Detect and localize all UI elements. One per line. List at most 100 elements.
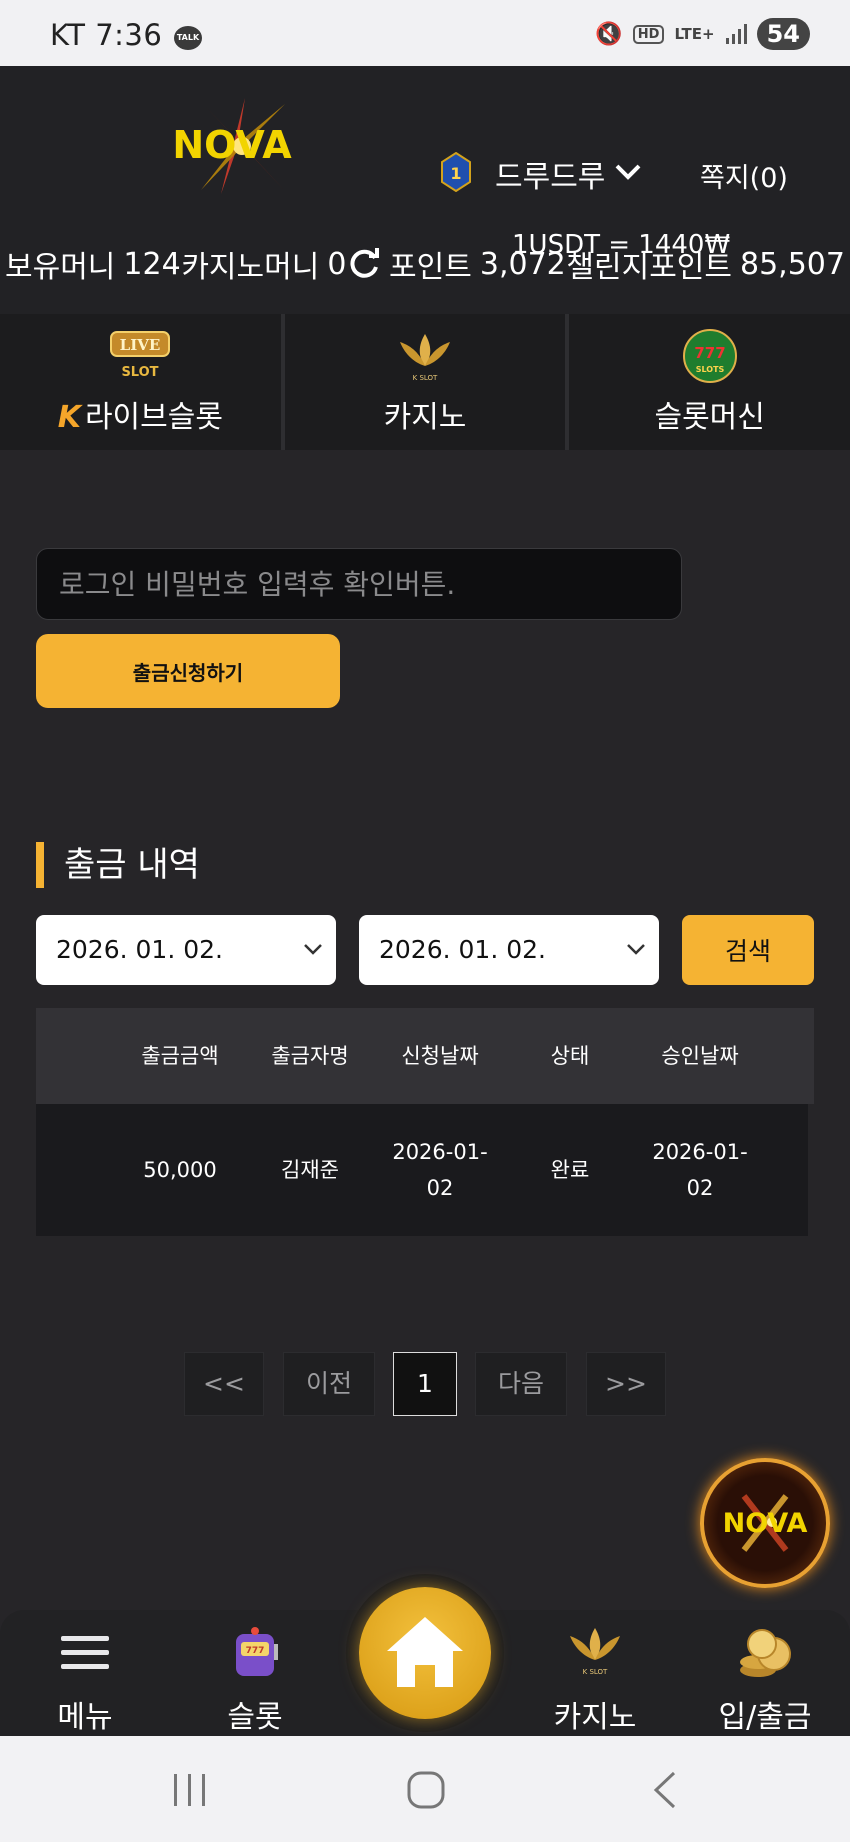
withdraw-request-button[interactable]: 출금신청하기 — [36, 634, 340, 708]
request-date-line: 2026-01- — [392, 1140, 488, 1164]
home-button[interactable] — [359, 1587, 491, 1719]
nav-menu-label: 메뉴 — [57, 1700, 113, 1735]
amount-cell: 50,000 — [143, 1158, 217, 1182]
approve-date-line: 2026-01- — [652, 1140, 748, 1164]
point-label: 포인트 — [389, 250, 472, 285]
mute-icon: 🔇 — [595, 21, 623, 47]
recent-apps-icon[interactable] — [170, 1772, 210, 1808]
username-dropdown[interactable]: 드루드루 — [495, 152, 605, 196]
tab-live-slot-label: K 라이브슬롯 — [0, 392, 281, 436]
last-page-button[interactable]: >> — [586, 1352, 666, 1416]
game-category-tabs: LIVE SLOT K 라이브슬롯 K SLOT 카지노 777 SLOTS 슬롯… — [0, 314, 850, 450]
column-header: 승인날짜 — [661, 1044, 739, 1068]
system-navigation-bar — [0, 1736, 850, 1842]
point-balance: 포인트 3,072 — [347, 242, 566, 286]
tab-live-slot[interactable]: LIVE SLOT K 라이브슬롯 — [0, 314, 285, 450]
challenge-value: 85,507 — [740, 246, 845, 282]
column-header: 출금금액 — [141, 1044, 219, 1068]
tab-slot-machine[interactable]: 777 SLOTS 슬롯머신 — [569, 314, 850, 450]
approve-date-line: 02 — [686, 1176, 714, 1200]
status-cell: 완료 — [550, 1158, 590, 1182]
hamburger-menu-icon — [61, 1636, 109, 1669]
rank-badge-icon: 1 — [441, 152, 471, 192]
table-row: 50,000 김재준 2026-01- 02 완료 2026-01- 02 — [36, 1104, 808, 1236]
search-button[interactable]: 검색 — [682, 915, 814, 985]
k-brand-icon: K — [57, 400, 81, 435]
svg-text:777: 777 — [246, 1646, 265, 1656]
svg-text:K SLOT: K SLOT — [413, 374, 438, 382]
chevron-down-icon — [625, 915, 647, 1013]
nova-logo[interactable]: NOVA — [145, 96, 320, 196]
column-header: 출금자명 — [271, 1044, 349, 1068]
nav-menu[interactable]: 메뉴 — [0, 1610, 170, 1736]
withdraw-history-title: 출금 내역 — [36, 842, 200, 888]
next-page-button[interactable]: 다음 — [475, 1352, 567, 1416]
status-carrier-time: KT 7:36 — [50, 18, 162, 52]
nav-deposit-withdraw[interactable]: 입/출금 — [680, 1610, 850, 1736]
tab-slot-machine-label: 슬롯머신 — [654, 400, 765, 435]
chevron-down-icon[interactable] — [614, 162, 642, 182]
page-1-button[interactable]: 1 — [393, 1352, 457, 1416]
casino-label: 카지노머니 — [181, 250, 320, 285]
carrier-label: KT — [50, 18, 86, 52]
slot-machine-icon: 777 — [236, 1627, 278, 1676]
nav-slot-label: 슬롯 — [227, 1700, 283, 1735]
home-system-icon[interactable] — [406, 1770, 446, 1810]
nav-deposit-withdraw-label: 입/출금 — [718, 1700, 812, 1735]
home-icon — [387, 1617, 463, 1687]
home-button-wrapper — [346, 1574, 504, 1732]
money-label: 보유머니 — [5, 250, 116, 285]
date-to-select[interactable]: 2026. 01. 02. — [359, 915, 659, 985]
password-input[interactable] — [36, 548, 682, 620]
approve-date-cell: 2026-01- 02 — [635, 1134, 765, 1206]
svg-text:SLOT: SLOT — [122, 365, 159, 380]
balance-bar: 보유머니 124 카지노머니 0 포인트 3,072 챌린지포인트 85,507 — [0, 242, 850, 286]
tab-casino[interactable]: K SLOT 카지노 — [285, 314, 570, 450]
hd-icon: HD — [632, 24, 665, 44]
prev-page-button[interactable]: 이전 — [283, 1352, 375, 1416]
svg-text:K SLOT: K SLOT — [583, 1668, 608, 1676]
svg-text:LIVE: LIVE — [120, 336, 161, 354]
money-value: 124 — [123, 246, 181, 282]
k-slot-lotus-icon: K SLOT — [400, 334, 450, 382]
nav-casino[interactable]: K SLOT 카지노 — [510, 1610, 680, 1736]
casino-balance: 카지노머니 0 — [181, 242, 346, 286]
clock: 7:36 — [95, 18, 163, 52]
date-to-value: 2026. 01. 02. — [379, 935, 546, 964]
point-value: 3,072 — [479, 246, 566, 282]
signal-icon — [725, 24, 747, 44]
name-cell: 김재준 — [281, 1158, 339, 1182]
messages-link[interactable]: 쪽지(0) — [700, 156, 788, 195]
column-header: 신청날짜 — [401, 1044, 479, 1068]
nav-casino-label: 카지노 — [553, 1700, 637, 1735]
svg-text:NOVA: NOVA — [172, 123, 292, 167]
nav-slot[interactable]: 777 슬롯 — [170, 1610, 340, 1736]
live-slot-icon: LIVE SLOT — [110, 331, 171, 380]
battery-indicator: 54 — [756, 18, 810, 50]
tab-casino-label: 카지노 — [383, 400, 467, 435]
request-date-line: 02 — [426, 1176, 454, 1200]
k-slot-lotus-icon: K SLOT — [570, 1628, 620, 1676]
refresh-icon[interactable] — [347, 247, 381, 281]
money-balance: 보유머니 124 — [5, 242, 181, 286]
status-icons: 🔇 HD LTE+ 54 — [595, 18, 810, 50]
back-icon[interactable] — [650, 1770, 680, 1810]
request-date-cell: 2026-01- 02 — [375, 1134, 505, 1206]
date-from-value: 2026. 01. 02. — [56, 935, 223, 964]
date-from-select[interactable]: 2026. 01. 02. — [36, 915, 336, 985]
withdraw-history-table: 출금금액 출금자명 신청날짜 상태 승인날짜 50,000 김재준 2026-0… — [36, 1008, 814, 1236]
challenge-label: 챌린지포인트 — [566, 250, 732, 285]
svg-text:NOVA: NOVA — [723, 1508, 808, 1539]
kakaotalk-icon: TALK — [174, 26, 202, 50]
nova-logo-icon: NOVA — [723, 1494, 808, 1552]
casino-value: 0 — [327, 246, 347, 282]
lte-icon: LTE+ — [674, 25, 715, 43]
tab-live-slot-text: 라이브슬롯 — [84, 400, 223, 435]
first-page-button[interactable]: << — [184, 1352, 264, 1416]
chevron-down-icon — [302, 915, 324, 1013]
floating-nova-button[interactable]: NOVA — [700, 1458, 830, 1588]
coins-icon — [740, 1629, 791, 1677]
column-header: 상태 — [550, 1044, 590, 1068]
777-slots-icon: 777 SLOTS — [682, 329, 737, 383]
table-header: 출금금액 출금자명 신청날짜 상태 승인날짜 — [36, 1008, 814, 1104]
